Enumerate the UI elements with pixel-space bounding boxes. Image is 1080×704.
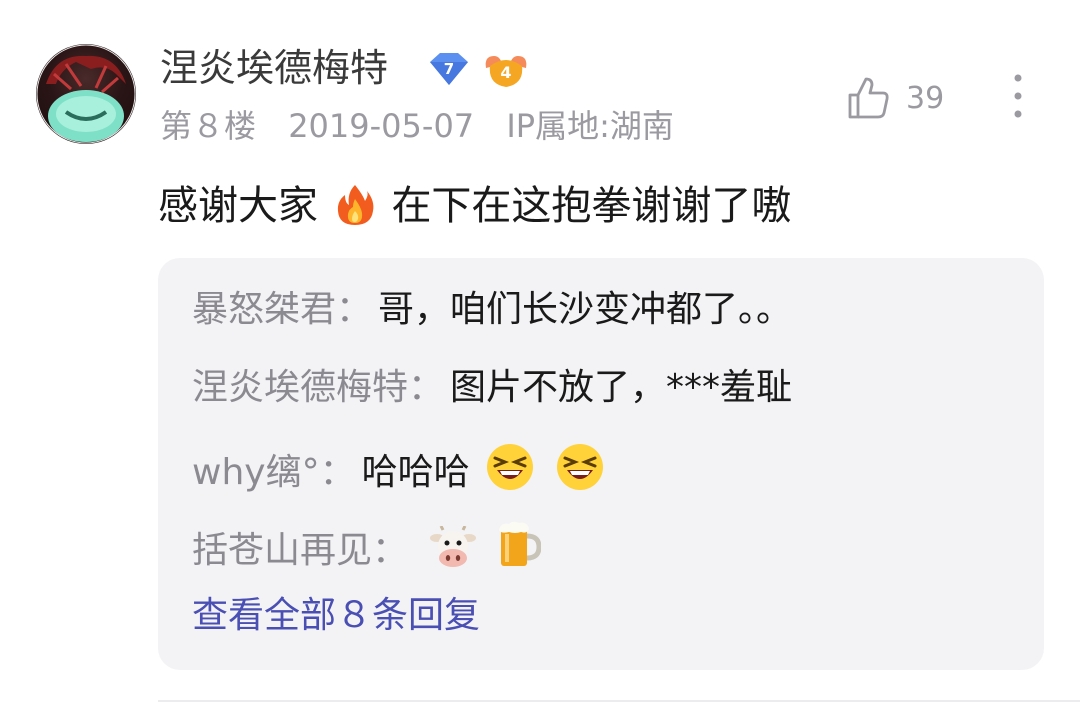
- laughing-emoji: [555, 442, 605, 505]
- reply-text: 图片不放了，***羞耻: [450, 367, 793, 408]
- replies-box: 暴怒桀君： 哥，咱们长沙变冲都了。。 涅炎埃德梅特： 图片不放了，***羞耻 why…: [158, 258, 1044, 670]
- laughing-icon: [487, 444, 534, 490]
- username[interactable]: 涅炎埃德梅特: [160, 44, 388, 92]
- reply-author[interactable]: 括苍山再见: [192, 530, 372, 571]
- reply-author[interactable]: 涅炎埃德梅特: [192, 367, 408, 408]
- comment-content: 感谢大家 在下在这抱拳谢谢了嗷: [158, 180, 791, 240]
- fan-badge: 4: [482, 50, 530, 90]
- comment-text-part2: 在下在这抱拳谢谢了嗷: [391, 183, 792, 229]
- laughing-emoji: [485, 442, 535, 505]
- comment-meta: 第８楼 2019-05-07 IP属地:湖南: [160, 104, 696, 148]
- reply-author[interactable]: why缡°: [192, 452, 320, 493]
- more-options-button[interactable]: [1002, 72, 1034, 120]
- reply-item: why缡°： 哈哈哈: [192, 442, 609, 505]
- fan-badge-icon: 4: [485, 56, 527, 87]
- level-badge: 7: [424, 50, 474, 88]
- reply-separator: ：: [319, 452, 356, 493]
- diamond-level-icon: 7: [430, 53, 468, 85]
- reply-text: 哥，咱们长沙变冲都了。。: [378, 289, 793, 330]
- reply-item: 涅炎埃德梅特： 图片不放了，***羞耻: [192, 364, 792, 412]
- like-count: 39: [906, 80, 945, 116]
- cow-face-icon: [430, 525, 477, 567]
- level-badge-number: 7: [444, 60, 454, 78]
- like-button[interactable]: 39: [846, 74, 944, 122]
- reply-separator: ：: [408, 367, 445, 408]
- view-all-replies-link[interactable]: 查看全部８条回复: [192, 592, 480, 640]
- reply-author[interactable]: 暴怒桀君: [192, 289, 336, 330]
- avatar-image: [36, 44, 136, 144]
- divider: [158, 700, 1080, 702]
- fan-badge-number: 4: [500, 63, 511, 82]
- floor-number: 第８楼: [160, 107, 257, 145]
- comment-text-part1: 感谢大家: [158, 183, 318, 229]
- cow-emoji: [429, 525, 477, 583]
- laughing-icon: [556, 444, 603, 490]
- beer-mug-icon: [498, 521, 542, 566]
- reply-item: 暴怒桀君： 哥，咱们长沙变冲都了。。: [192, 286, 792, 334]
- fire-emoji: [335, 183, 375, 240]
- fire-icon: [337, 185, 374, 225]
- thumbs-up-icon: [848, 77, 889, 119]
- avatar[interactable]: [36, 44, 136, 144]
- post-date: 2019-05-07: [288, 107, 475, 145]
- ip-location: IP属地:湖南: [506, 107, 674, 145]
- more-vertical-icon: [1014, 74, 1022, 118]
- reply-separator: ：: [372, 530, 409, 571]
- reply-separator: ：: [336, 289, 373, 330]
- beer-mug-emoji: [497, 520, 542, 583]
- reply-text: 哈哈哈: [361, 452, 470, 493]
- reply-item: 括苍山再见：: [192, 520, 545, 583]
- comment-card: 涅炎埃德梅特 7 4 第８楼 2019-05-07 IP属地:湖南 39 感谢大…: [0, 0, 1080, 704]
